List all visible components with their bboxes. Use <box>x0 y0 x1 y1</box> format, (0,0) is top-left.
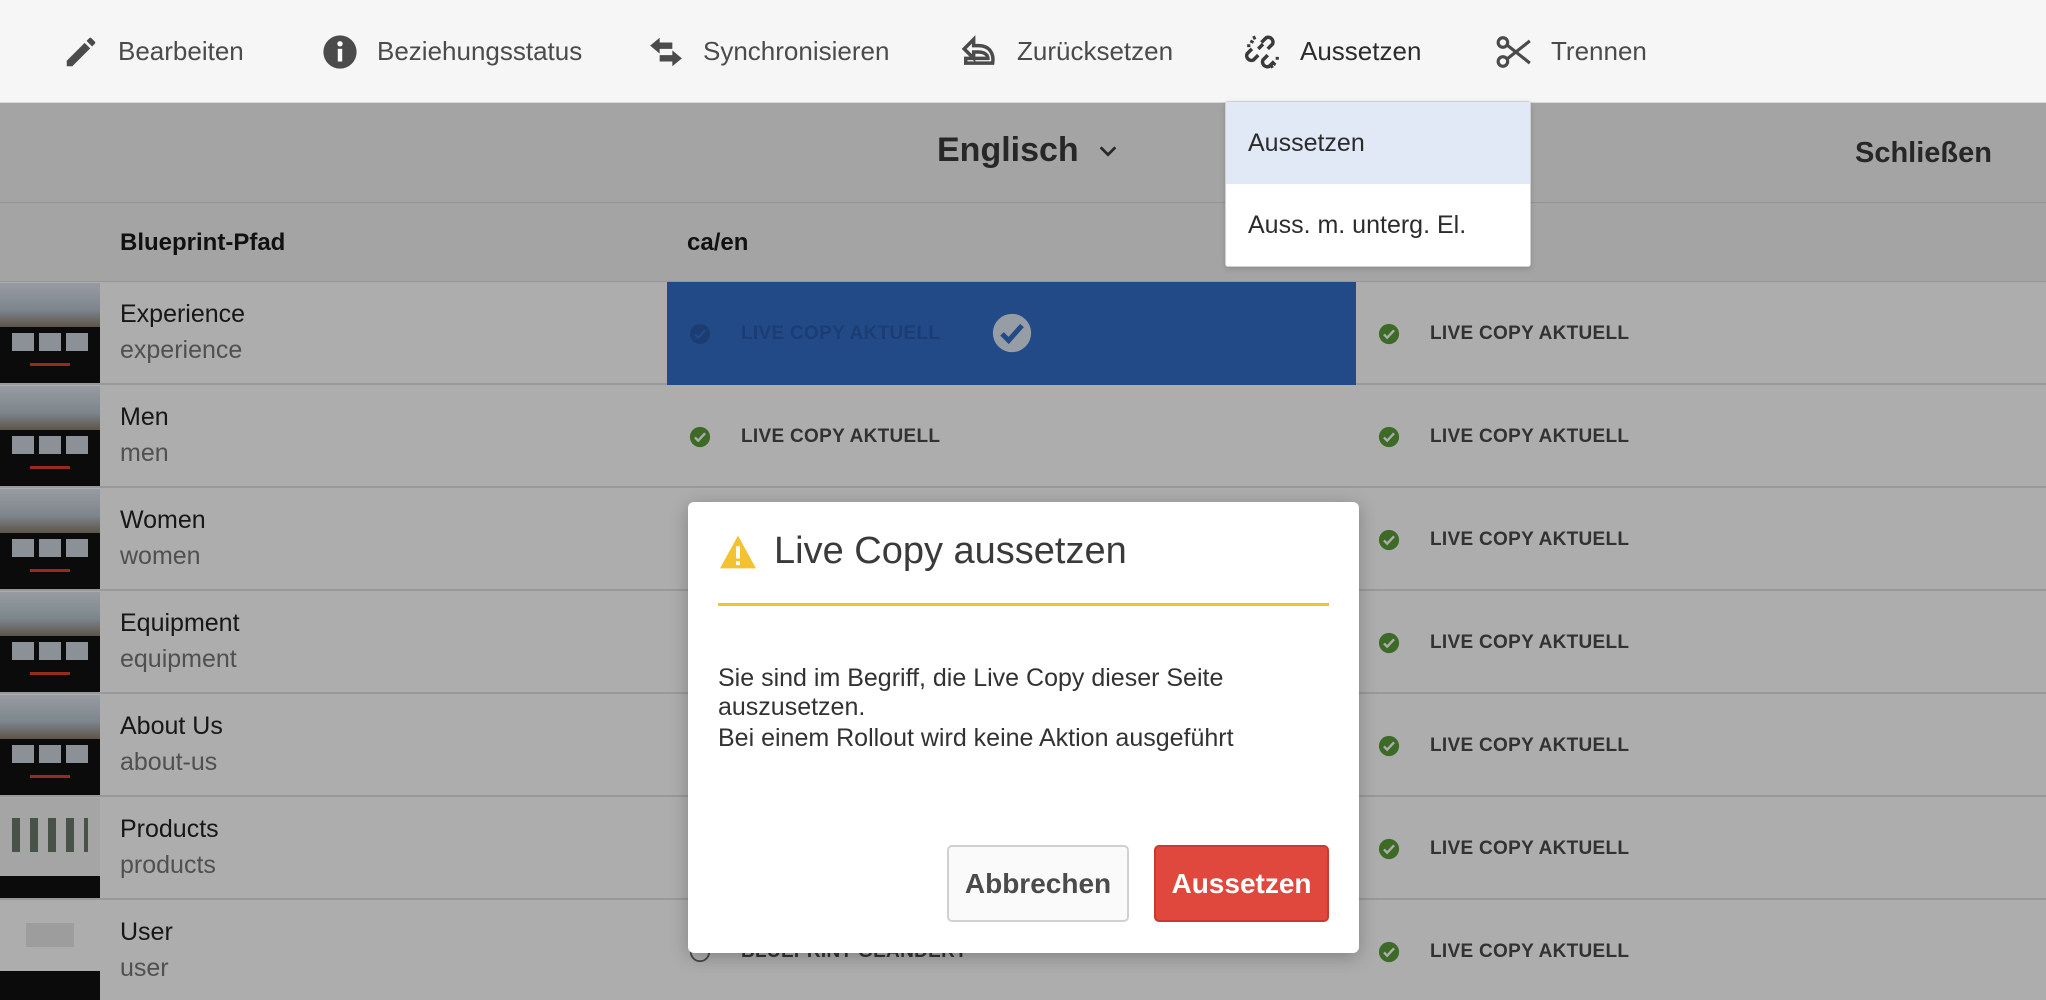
confirm-suspend-button[interactable]: Aussetzen <box>1154 845 1329 922</box>
sync-arrows-icon <box>650 37 682 66</box>
pencil-icon <box>66 37 96 66</box>
synchronize-label: Synchronisieren <box>703 36 890 66</box>
relationship-status-label: Beziehungsstatus <box>377 36 583 66</box>
suspend-dropdown-menu: Aussetzen Auss. m. unterg. El. <box>1225 101 1531 267</box>
action-toolbar: Bearbeiten Beziehungsstatus Synchronisie… <box>0 0 2046 103</box>
reset-label: Zurücksetzen <box>1017 36 1174 66</box>
edit-label: Bearbeiten <box>118 36 244 66</box>
menu-item-suspend[interactable]: Aussetzen <box>1226 102 1530 184</box>
relationship-status-button[interactable]: Beziehungsstatus <box>321 0 582 103</box>
warning-icon <box>720 535 756 569</box>
dialog-header: Live Copy aussetzen <box>718 530 1329 606</box>
suspend-label: Aussetzen <box>1300 36 1422 66</box>
synchronize-button[interactable]: Synchronisieren <box>647 0 889 103</box>
suspend-button[interactable]: Aussetzen <box>1244 0 1421 103</box>
menu-item-suspend-with-children[interactable]: Auss. m. unterg. El. <box>1226 184 1530 266</box>
dialog-note: Bei einem Rollout wird keine Aktion ausg… <box>718 724 1234 752</box>
detach-label: Trennen <box>1551 36 1647 66</box>
detach-button[interactable]: Trennen <box>1495 0 1647 103</box>
dialog-title: Live Copy aussetzen <box>774 530 1127 572</box>
cancel-button[interactable]: Abbrechen <box>947 845 1129 922</box>
dialog-message: Sie sind im Begriff, die Live Copy diese… <box>718 664 1224 721</box>
suspend-dialog: Live Copy aussetzen Sie sind im Begriff,… <box>688 502 1359 953</box>
broken-link-icon <box>1244 35 1279 68</box>
scissors-icon <box>1496 35 1531 68</box>
reset-button[interactable]: Zurücksetzen <box>961 0 1173 103</box>
edit-button[interactable]: Bearbeiten <box>62 0 244 103</box>
info-icon <box>323 34 357 69</box>
undo-icon <box>961 34 995 65</box>
